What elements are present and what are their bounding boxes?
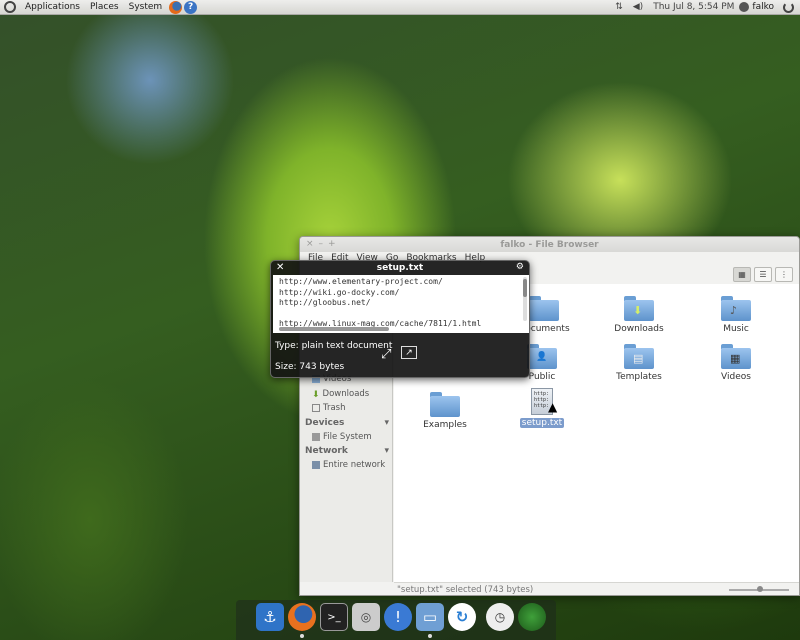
ubuntu-logo-icon[interactable]	[4, 1, 16, 13]
network-icon[interactable]: ⇅	[610, 2, 628, 12]
refresh-icon[interactable]: ↻	[448, 603, 476, 631]
network-icon	[312, 461, 320, 469]
close-window-icon[interactable]: ×	[306, 239, 314, 249]
window-title: falko - File Browser	[500, 239, 599, 250]
user-menu[interactable]: falko	[752, 2, 779, 12]
music-folder-icon: ♪	[721, 296, 751, 321]
dock: ⚓ >_ ◎ ! ▭ ↻ ◷	[236, 600, 556, 640]
status-text: "setup.txt" selected (743 bytes)	[397, 585, 534, 595]
file-label: Music	[723, 324, 749, 334]
devices-header[interactable]: Devices ▾	[305, 418, 389, 428]
file-label: Templates	[616, 372, 662, 382]
sidebar-item-label: File System	[323, 432, 372, 442]
open-with-icon[interactable]: ↗	[401, 346, 417, 359]
preview-line: http://wiki.go-docky.com/	[279, 287, 400, 297]
running-indicator	[428, 634, 432, 638]
folder-templates[interactable]: ▤ Templates	[604, 344, 674, 382]
notification-icon[interactable]: !	[384, 603, 412, 631]
running-indicator	[300, 634, 304, 638]
power-icon[interactable]	[783, 1, 794, 13]
sidebar-item-entire-network[interactable]: Entire network	[312, 460, 385, 470]
folder-icon	[529, 296, 559, 321]
folder-music[interactable]: ♪ Music	[701, 296, 771, 334]
file-label: Downloads	[614, 324, 664, 334]
zoom-slider[interactable]	[729, 586, 789, 592]
file-label: Examples	[423, 420, 467, 430]
file-setup-txt[interactable]: http: http: http: setup.txt	[507, 388, 577, 428]
fullscreen-icon[interactable]: ⤢	[381, 347, 391, 362]
drive-icon	[312, 433, 320, 441]
preview-line	[279, 309, 523, 320]
sidebar-item-trash[interactable]: Trash	[312, 403, 345, 413]
firefox-icon[interactable]	[288, 603, 316, 631]
globe-icon[interactable]	[518, 603, 546, 631]
applications-menu[interactable]: Applications	[20, 2, 85, 12]
terminal-icon[interactable]: >_	[320, 603, 348, 631]
network-header[interactable]: Network ▾	[305, 446, 389, 456]
sidebar-item-downloads[interactable]: ⬇ Downloads	[312, 389, 370, 400]
collapse-arrow-icon[interactable]: ▾	[384, 446, 389, 456]
system-menu[interactable]: System	[124, 2, 168, 12]
sidebar-item-filesystem[interactable]: File System	[312, 432, 372, 442]
vertical-scrollbar[interactable]	[523, 277, 527, 321]
maximize-window-icon[interactable]: +	[328, 239, 336, 249]
preview-size-label: Size: 743 bytes	[275, 362, 345, 372]
preview-title: setup.txt	[376, 263, 424, 273]
templates-folder-icon: ▤	[624, 344, 654, 369]
collapse-arrow-icon[interactable]: ▾	[384, 418, 389, 428]
preview-text-area[interactable]: http://www.elementary-project.com/ http:…	[273, 275, 529, 333]
network-header-label: Network	[305, 446, 348, 456]
folder-examples[interactable]: Examples	[410, 392, 480, 430]
firefox-launcher-icon[interactable]	[169, 0, 183, 14]
close-icon[interactable]: ✕	[276, 262, 284, 273]
preview-popup: ✕ setup.txt ⚙ http://www.elementary-proj…	[270, 260, 530, 378]
folder-videos[interactable]: ▦ Videos	[701, 344, 771, 382]
mouse-pointer-icon: ▲	[548, 400, 558, 414]
list-view-button[interactable]: ☰	[754, 266, 772, 282]
download-arrow-icon: ⬇	[312, 390, 320, 400]
clock[interactable]: Thu Jul 8, 5:54 PM	[648, 2, 739, 12]
volume-icon[interactable]: ◀)	[628, 2, 648, 12]
top-panel: Applications Places System ? ⇅ ◀) Thu Ju…	[0, 0, 800, 15]
folder-icon	[430, 392, 460, 417]
disk-icon[interactable]: ◎	[352, 603, 380, 631]
status-bar: "setup.txt" selected (743 bytes)	[394, 582, 799, 595]
preview-type-label: Type: plain text document	[275, 341, 393, 351]
preview-line: http://gloobus.net/	[279, 298, 371, 307]
files-icon[interactable]: ▭	[416, 603, 444, 631]
sidebar-item-label: Entire network	[323, 460, 386, 470]
preview-titlebar[interactable]: ✕ setup.txt ⚙	[271, 261, 529, 275]
user-status-icon	[739, 2, 750, 12]
file-label: setup.txt	[519, 418, 565, 428]
videos-folder-icon: ▦	[721, 344, 751, 369]
minimize-window-icon[interactable]: –	[319, 239, 324, 249]
preview-line: http://www.elementary-project.com/	[279, 277, 443, 286]
gear-icon[interactable]: ⚙	[516, 262, 524, 272]
trash-icon	[312, 404, 320, 412]
compact-view-button[interactable]: ⋮	[775, 266, 793, 282]
file-browser-titlebar[interactable]: × – + falko - File Browser	[300, 237, 799, 252]
public-folder-icon: 👤	[527, 344, 557, 369]
downloads-folder-icon: ⬇	[624, 296, 654, 321]
help-icon[interactable]: ?	[184, 0, 198, 14]
sidebar-item-label: Downloads	[322, 389, 370, 399]
anchor-icon[interactable]: ⚓	[256, 603, 284, 631]
icon-view-button[interactable]: ▦	[733, 266, 751, 282]
horizontal-scrollbar[interactable]	[279, 327, 389, 331]
sidebar-item-label: Trash	[323, 403, 346, 413]
folder-downloads[interactable]: ⬇ Downloads	[604, 296, 674, 334]
file-label: Videos	[721, 372, 751, 382]
clock-icon[interactable]: ◷	[486, 603, 514, 631]
devices-header-label: Devices	[305, 418, 345, 428]
places-menu[interactable]: Places	[85, 2, 124, 12]
